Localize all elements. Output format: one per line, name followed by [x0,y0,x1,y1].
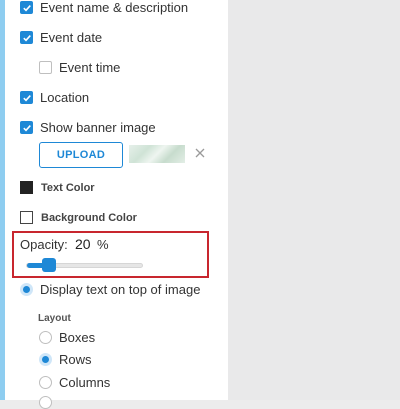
option-event-time[interactable]: Event time [39,60,120,75]
layout-option-label: Boxes [59,330,96,345]
opacity-label: Opacity: [20,237,68,252]
checkbox-unchecked-icon[interactable] [39,61,52,74]
option-label: Location [40,90,90,105]
display-text-option[interactable]: Display text on top of image [20,282,200,297]
preview-area [228,0,400,400]
layout-option-label: Columns [59,375,111,390]
option-label: Event name & description [40,0,189,15]
close-icon[interactable] [194,147,206,159]
banner-image-thumbnail [129,145,185,163]
layout-option-boxes[interactable]: Boxes [39,330,95,345]
opacity-slider-handle[interactable] [42,258,56,272]
checkbox-checked-icon[interactable] [20,121,33,134]
panel-edge [0,0,5,400]
option-location[interactable]: Location [20,90,89,105]
text-color-swatch[interactable] [20,181,33,194]
settings-panel: Event name & description Event date Even… [0,0,228,409]
radio-unselected-icon[interactable] [39,376,52,389]
option-label: Event date [40,30,103,45]
background-color-picker[interactable]: Background Color [20,211,137,224]
layout-heading: Layout [38,313,71,324]
option-event-date[interactable]: Event date [20,30,102,45]
text-color-label: Text Color [41,181,95,194]
option-event-name[interactable]: Event name & description [20,0,188,15]
radio-unselected-icon[interactable] [39,331,52,344]
checkbox-checked-icon[interactable] [20,31,33,44]
option-label: Event time [59,60,121,75]
checkbox-checked-icon[interactable] [20,91,33,104]
checkbox-checked-icon[interactable] [20,1,33,14]
upload-button[interactable]: UPLOAD [39,142,123,168]
text-color-picker[interactable]: Text Color [20,181,95,194]
radio-selected-icon[interactable] [39,353,52,366]
layout-option-partial[interactable] [39,396,52,409]
layout-option-columns[interactable]: Columns [39,375,110,390]
layout-option-rows[interactable]: Rows [39,352,92,367]
radio-unselected-icon[interactable] [39,396,52,409]
display-text-label: Display text on top of image [40,282,201,297]
layout-option-label: Rows [59,352,92,367]
option-show-banner[interactable]: Show banner image [20,120,156,135]
opacity-unit: % [97,237,109,252]
background-color-label: Background Color [41,211,137,224]
radio-selected-icon[interactable] [20,283,33,296]
option-label: Show banner image [40,120,156,135]
opacity-value[interactable]: 20 [75,236,91,252]
background-color-swatch[interactable] [20,211,33,224]
